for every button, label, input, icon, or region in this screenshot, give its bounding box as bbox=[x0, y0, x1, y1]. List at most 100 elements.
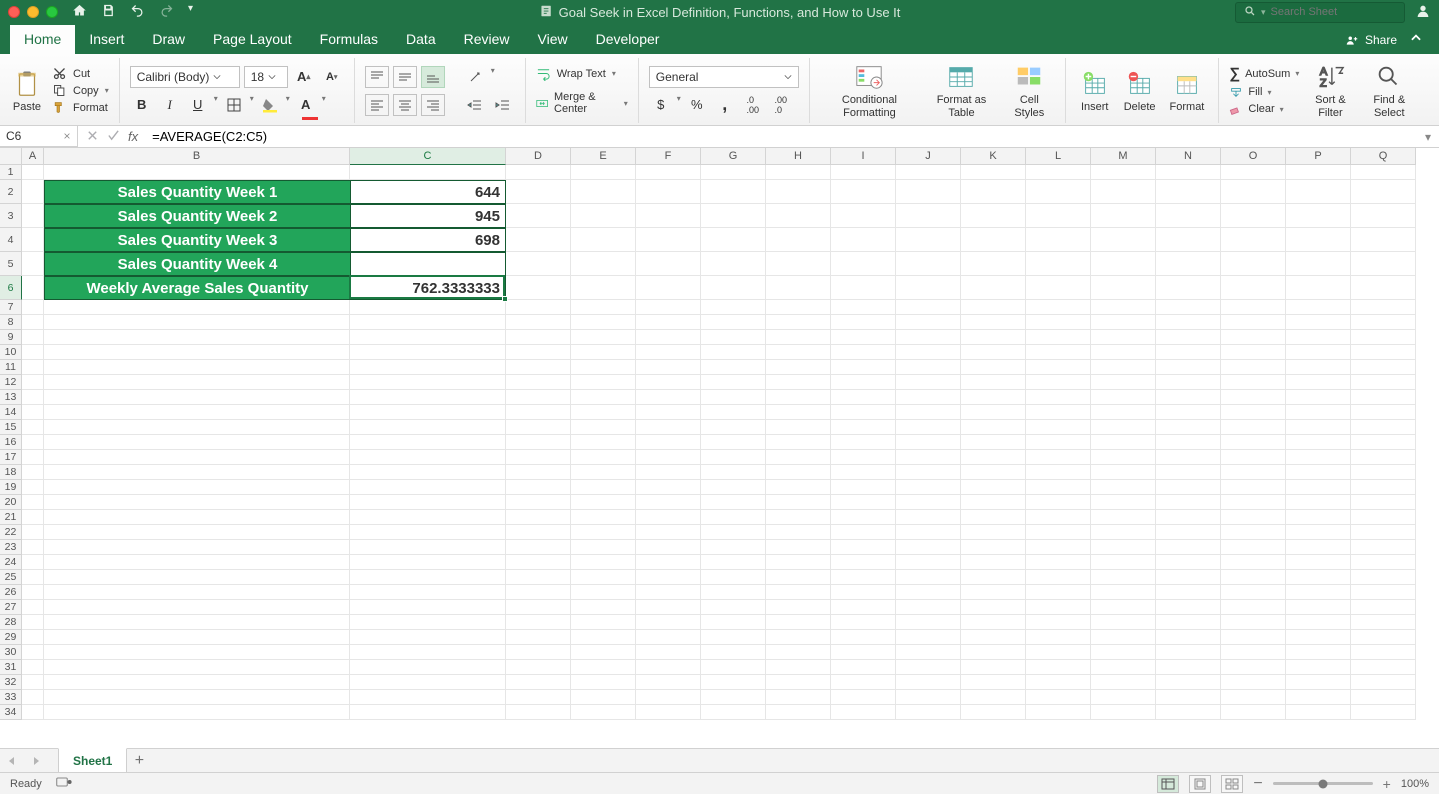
cell[interactable] bbox=[1286, 345, 1351, 360]
cell[interactable]: Sales Quantity Week 1 bbox=[44, 180, 350, 204]
cell[interactable] bbox=[1286, 495, 1351, 510]
cell[interactable]: Sales Quantity Week 2 bbox=[44, 204, 350, 228]
cell[interactable] bbox=[506, 345, 571, 360]
cell[interactable] bbox=[1286, 555, 1351, 570]
cell[interactable]: 945 bbox=[350, 204, 506, 228]
cell[interactable] bbox=[896, 615, 961, 630]
cell[interactable] bbox=[571, 645, 636, 660]
namebox-dropdown-icon[interactable] bbox=[63, 129, 71, 143]
cell[interactable] bbox=[896, 228, 961, 252]
row-header[interactable]: 31 bbox=[0, 660, 22, 675]
cell[interactable] bbox=[1026, 675, 1091, 690]
name-box[interactable]: C6 bbox=[0, 126, 78, 147]
cell[interactable] bbox=[1156, 360, 1221, 375]
cell[interactable] bbox=[1286, 420, 1351, 435]
add-sheet-button[interactable]: + bbox=[127, 749, 151, 773]
cell[interactable] bbox=[44, 600, 350, 615]
cell[interactable] bbox=[1156, 645, 1221, 660]
cell[interactable] bbox=[1221, 375, 1286, 390]
cell[interactable] bbox=[961, 660, 1026, 675]
cell[interactable] bbox=[571, 690, 636, 705]
column-header[interactable]: P bbox=[1286, 148, 1351, 165]
formula-input[interactable] bbox=[146, 129, 1417, 144]
cell[interactable] bbox=[1351, 660, 1416, 675]
font-size-select[interactable]: 18 bbox=[244, 66, 288, 88]
row-header[interactable]: 12 bbox=[0, 375, 22, 390]
share-button[interactable]: Share bbox=[1345, 33, 1397, 47]
cell[interactable] bbox=[766, 585, 831, 600]
cell[interactable] bbox=[1221, 420, 1286, 435]
cell[interactable] bbox=[22, 495, 44, 510]
cell[interactable] bbox=[44, 345, 350, 360]
cell[interactable] bbox=[44, 390, 350, 405]
cell[interactable] bbox=[1091, 330, 1156, 345]
cell[interactable] bbox=[1221, 705, 1286, 720]
cell[interactable] bbox=[636, 555, 701, 570]
format-painter-button[interactable]: Format bbox=[52, 100, 109, 115]
cell[interactable] bbox=[22, 540, 44, 555]
cell[interactable] bbox=[1351, 600, 1416, 615]
cell[interactable] bbox=[1091, 375, 1156, 390]
cell[interactable] bbox=[506, 465, 571, 480]
cell[interactable] bbox=[896, 390, 961, 405]
column-header[interactable]: J bbox=[896, 148, 961, 165]
cell[interactable] bbox=[961, 540, 1026, 555]
zoom-out-button[interactable]: − bbox=[1253, 775, 1262, 793]
cell[interactable] bbox=[636, 675, 701, 690]
cell[interactable] bbox=[766, 330, 831, 345]
cell[interactable] bbox=[1221, 525, 1286, 540]
cell[interactable] bbox=[1156, 420, 1221, 435]
cell[interactable] bbox=[831, 276, 896, 300]
cell[interactable] bbox=[1026, 690, 1091, 705]
cell[interactable] bbox=[636, 180, 701, 204]
row-header[interactable]: 26 bbox=[0, 585, 22, 600]
cell[interactable] bbox=[896, 450, 961, 465]
cell[interactable] bbox=[701, 405, 766, 420]
cell[interactable] bbox=[506, 600, 571, 615]
cell[interactable] bbox=[831, 585, 896, 600]
cell[interactable] bbox=[961, 300, 1026, 315]
cell[interactable] bbox=[1286, 675, 1351, 690]
page-layout-view-button[interactable] bbox=[1189, 775, 1211, 793]
cell[interactable] bbox=[636, 345, 701, 360]
cell[interactable] bbox=[636, 435, 701, 450]
cell[interactable] bbox=[506, 435, 571, 450]
cell[interactable] bbox=[1156, 204, 1221, 228]
cell[interactable] bbox=[1351, 180, 1416, 204]
sort-filter-button[interactable]: AZSort & Filter bbox=[1305, 62, 1355, 118]
cell[interactable] bbox=[766, 315, 831, 330]
cell[interactable] bbox=[22, 480, 44, 495]
cell[interactable] bbox=[961, 420, 1026, 435]
cell[interactable] bbox=[350, 585, 506, 600]
cell[interactable] bbox=[44, 300, 350, 315]
cell[interactable] bbox=[1091, 390, 1156, 405]
cell[interactable] bbox=[1221, 675, 1286, 690]
cell[interactable] bbox=[961, 165, 1026, 180]
row-header[interactable]: 30 bbox=[0, 645, 22, 660]
column-header[interactable]: H bbox=[766, 148, 831, 165]
cell[interactable] bbox=[44, 570, 350, 585]
cell[interactable] bbox=[1156, 615, 1221, 630]
cell[interactable] bbox=[896, 660, 961, 675]
cell[interactable] bbox=[766, 465, 831, 480]
cell[interactable] bbox=[1221, 465, 1286, 480]
cell[interactable] bbox=[1221, 570, 1286, 585]
cell[interactable] bbox=[961, 204, 1026, 228]
cell[interactable] bbox=[1221, 330, 1286, 345]
cell[interactable] bbox=[44, 525, 350, 540]
cell[interactable] bbox=[896, 315, 961, 330]
cell[interactable] bbox=[1026, 345, 1091, 360]
cell[interactable] bbox=[1091, 675, 1156, 690]
column-header[interactable]: B bbox=[44, 148, 350, 165]
cell[interactable] bbox=[1351, 375, 1416, 390]
row-header[interactable]: 5 bbox=[0, 252, 22, 276]
cell[interactable] bbox=[636, 405, 701, 420]
cell[interactable] bbox=[896, 345, 961, 360]
undo-icon[interactable] bbox=[130, 3, 145, 21]
cell[interactable] bbox=[350, 510, 506, 525]
cell[interactable] bbox=[1221, 405, 1286, 420]
cell[interactable] bbox=[831, 600, 896, 615]
cell[interactable] bbox=[961, 375, 1026, 390]
cell[interactable] bbox=[896, 510, 961, 525]
cell[interactable] bbox=[961, 180, 1026, 204]
